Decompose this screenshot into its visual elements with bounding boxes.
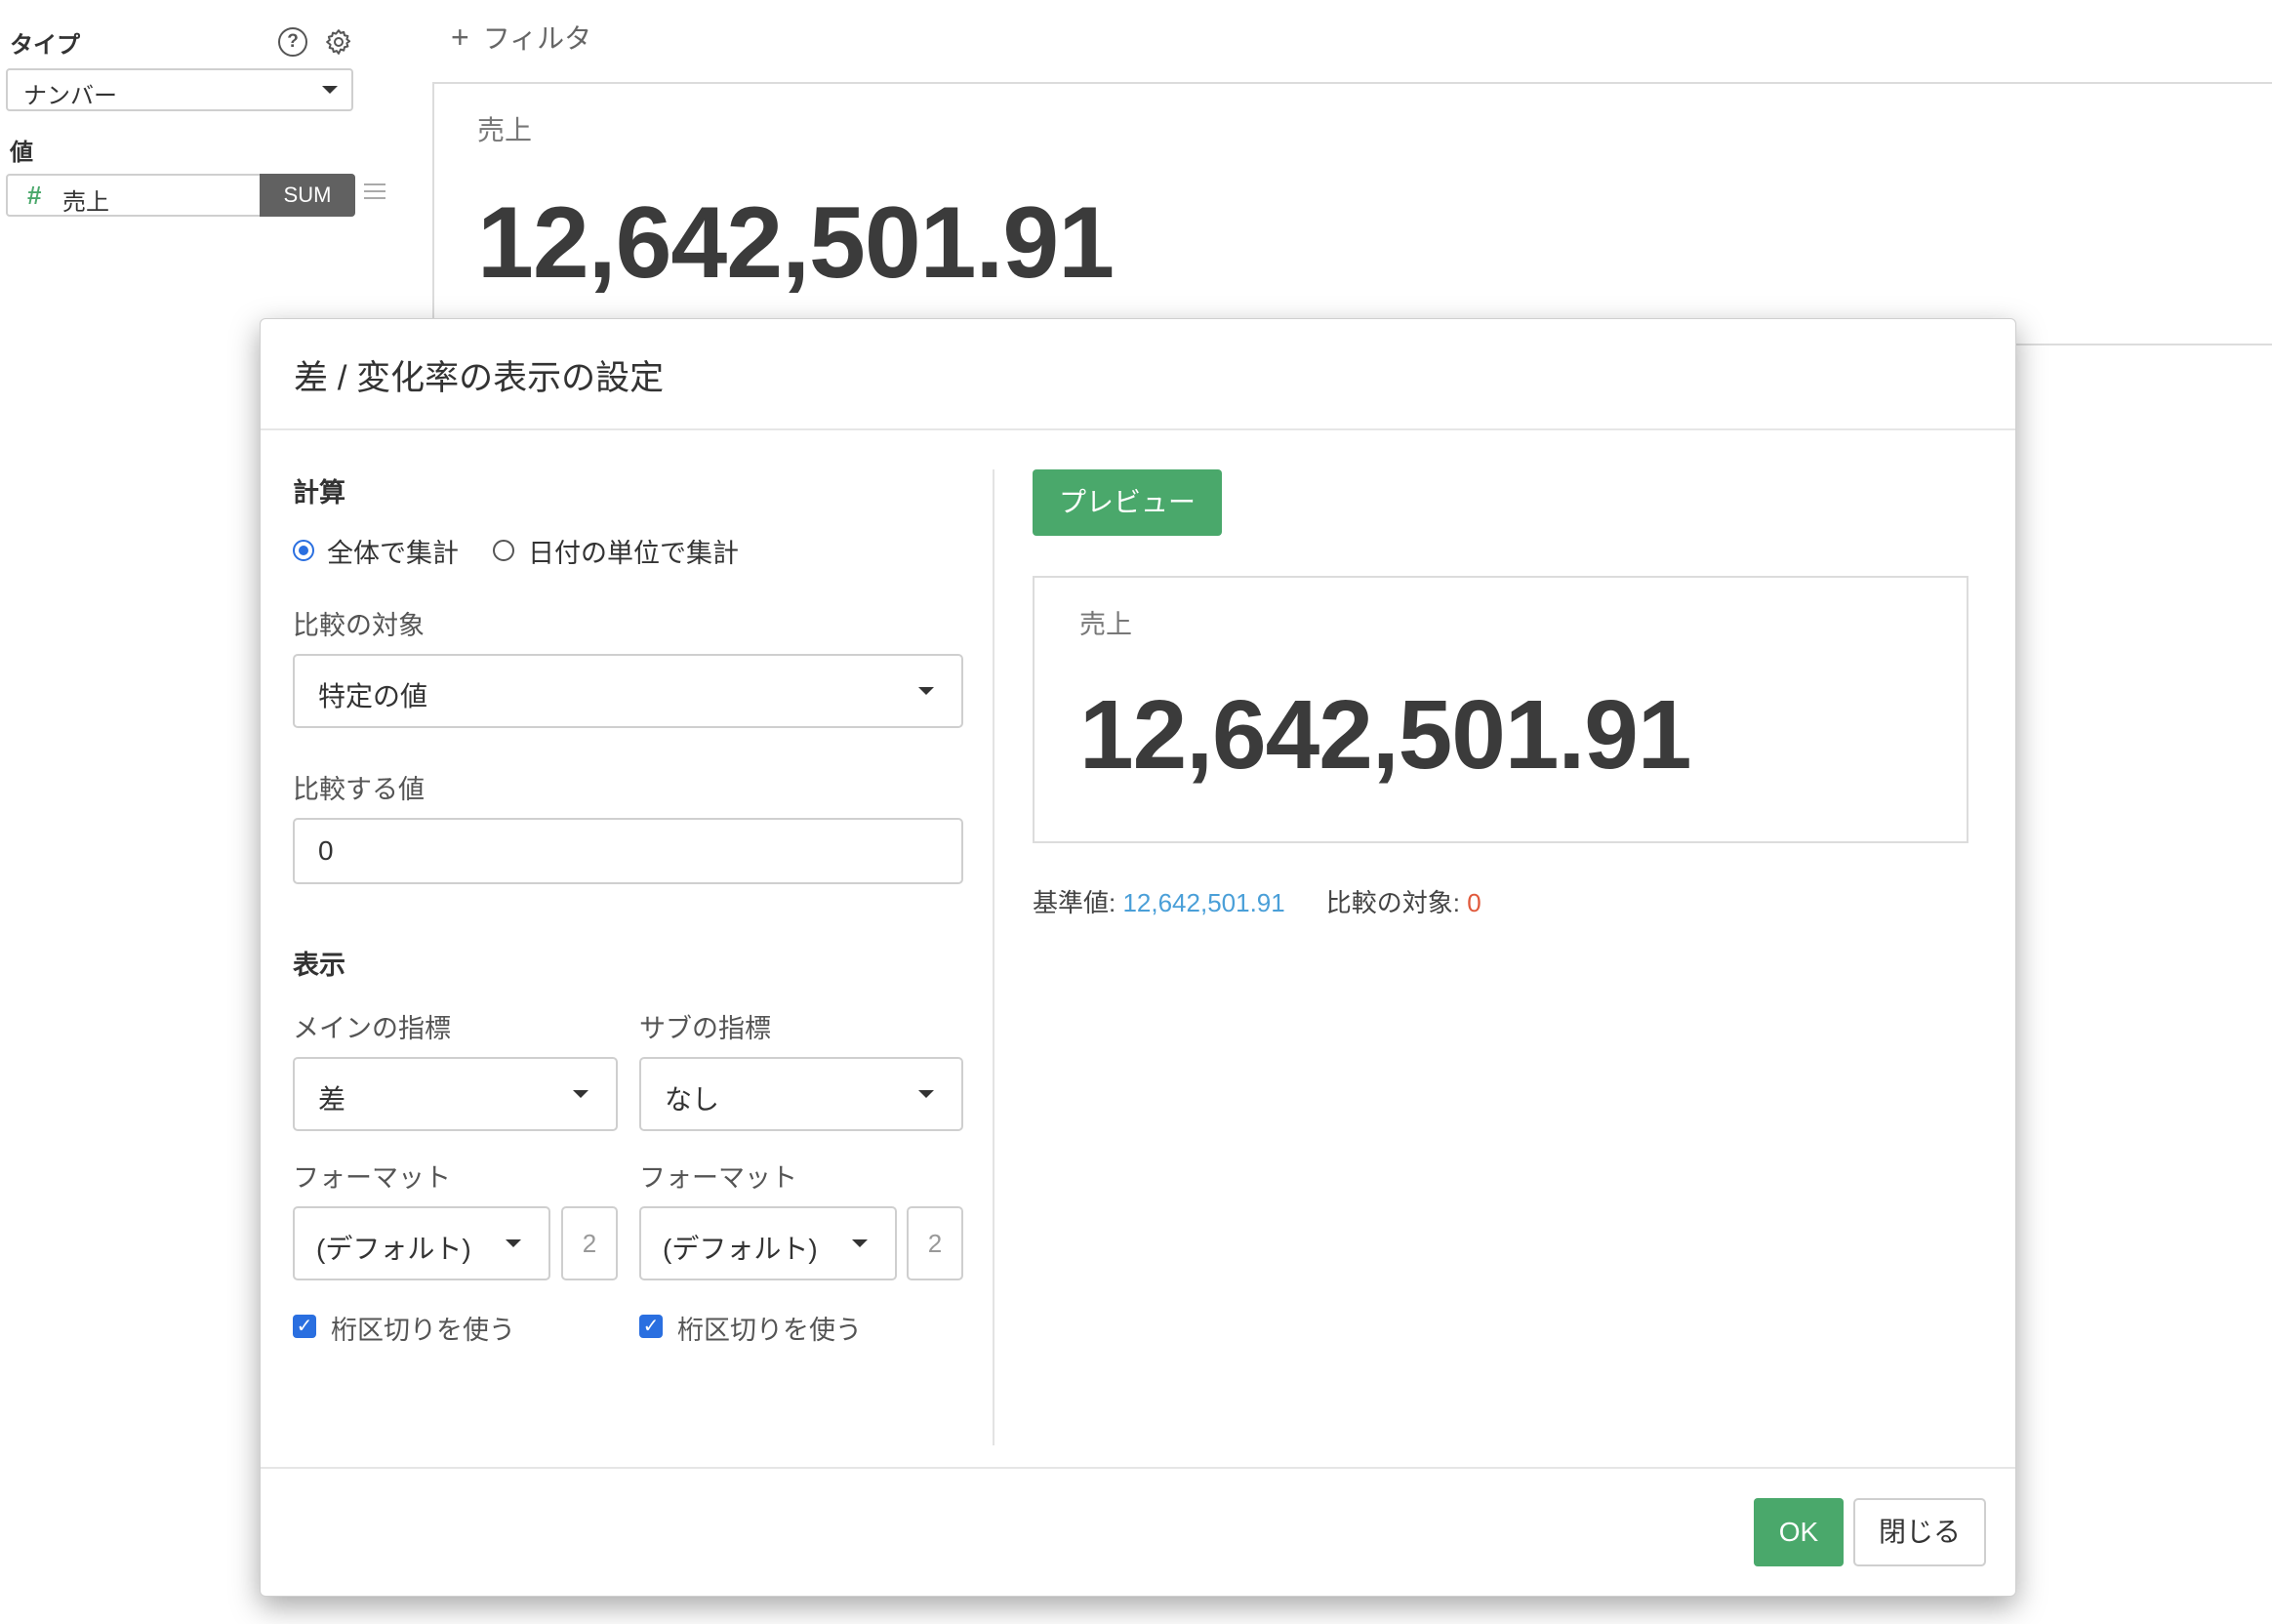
- preview-value: 12,642,501.91: [1079, 680, 1692, 790]
- footer-divider: [261, 1467, 2015, 1469]
- chevron-down-icon: [506, 1239, 521, 1247]
- number-card: 売上 12,642,501.91: [432, 82, 2272, 345]
- sub-metric-select[interactable]: なし: [639, 1057, 963, 1131]
- type-select[interactable]: ナンバー: [6, 68, 353, 111]
- main-metric-value: 差: [318, 1084, 346, 1115]
- value-label: 値: [10, 140, 33, 166]
- value-field-chip[interactable]: # 売上 SUM: [6, 174, 355, 217]
- compare-target-text-value: 0: [1467, 888, 1481, 917]
- settings-modal: 差 / 変化率の表示の設定 計算 全体で集計 日付の単位で集計 比較の対象 特定…: [260, 318, 2016, 1597]
- chevron-down-icon: [852, 1239, 868, 1247]
- chevron-down-icon: [918, 1090, 934, 1098]
- value-field-name: 売上: [62, 189, 109, 216]
- type-select-value: ナンバー: [23, 83, 117, 109]
- radio-all[interactable]: [293, 540, 314, 561]
- modal-title: 差 / 変化率の表示の設定: [294, 359, 665, 397]
- compare-target-label: 比較の対象: [293, 611, 425, 640]
- format-select-left[interactable]: (デフォルト): [293, 1206, 550, 1280]
- display-section-title: 表示: [293, 951, 345, 980]
- chevron-down-icon: [322, 86, 338, 94]
- format-label-right: フォーマット: [639, 1163, 797, 1193]
- main-metric-select[interactable]: 差: [293, 1057, 618, 1131]
- drag-handle-icon[interactable]: [364, 183, 385, 204]
- help-icon[interactable]: ?: [278, 27, 307, 57]
- format-value-left: (デフォルト): [316, 1234, 471, 1264]
- compare-target-select[interactable]: 特定の値: [293, 654, 963, 728]
- ok-button[interactable]: OK: [1754, 1498, 1844, 1566]
- column-divider: [993, 469, 994, 1445]
- calc-section-title: 計算: [293, 478, 345, 508]
- radio-date-label[interactable]: 日付の単位で集計: [528, 532, 739, 570]
- thousands-checkbox-right[interactable]: ✓: [639, 1315, 663, 1338]
- format-select-right[interactable]: (デフォルト): [639, 1206, 897, 1280]
- aggregation-button[interactable]: SUM: [260, 174, 355, 217]
- format-label-left: フォーマット: [293, 1163, 451, 1193]
- format-value-right: (デフォルト): [663, 1234, 818, 1264]
- radio-date[interactable]: [493, 540, 514, 561]
- preview-button[interactable]: プレビュー: [1033, 469, 1222, 536]
- sub-metric-value: なし: [665, 1084, 720, 1115]
- type-label: タイプ: [10, 32, 80, 59]
- compare-value-label: 比較する値: [293, 775, 425, 804]
- base-value-label: 基準値:: [1033, 888, 1123, 917]
- add-filter-label: フィルタ: [482, 23, 592, 54]
- close-button[interactable]: 閉じる: [1853, 1498, 1986, 1566]
- preview-footer: 基準値: 12,642,501.91 比較の対象: 0: [1033, 883, 1481, 919]
- decimals-value-right: 2: [927, 1229, 943, 1258]
- plus-icon: +: [451, 20, 469, 55]
- card-value: 12,642,501.91: [477, 186, 1115, 300]
- base-value: 12,642,501.91: [1122, 888, 1285, 917]
- preview-card: 売上 12,642,501.91: [1033, 576, 1968, 843]
- chevron-down-icon: [918, 687, 934, 695]
- gear-icon[interactable]: [324, 27, 353, 57]
- number-type-icon: #: [27, 181, 42, 210]
- card-label: 売上: [477, 115, 533, 145]
- chevron-down-icon: [573, 1090, 588, 1098]
- main-metric-label: メインの指標: [293, 1014, 451, 1043]
- decimals-input-left[interactable]: 2: [561, 1206, 618, 1280]
- compare-value-input[interactable]: 0: [293, 818, 963, 884]
- thousands-label-left[interactable]: 桁区切りを使う: [331, 1309, 515, 1347]
- radio-all-label[interactable]: 全体で集計: [327, 532, 459, 570]
- decimals-input-right[interactable]: 2: [907, 1206, 963, 1280]
- compare-target-value: 特定の値: [318, 681, 428, 711]
- compare-value-text: 0: [318, 835, 334, 866]
- compare-target-text-label: 比較の対象:: [1325, 888, 1468, 917]
- preview-label: 売上: [1079, 610, 1132, 639]
- header-divider: [261, 428, 2015, 430]
- thousands-label-right[interactable]: 桁区切りを使う: [677, 1309, 862, 1347]
- add-filter-button[interactable]: + フィルタ: [451, 18, 591, 57]
- thousands-checkbox-left[interactable]: ✓: [293, 1315, 316, 1338]
- sub-metric-label: サブの指標: [639, 1014, 771, 1043]
